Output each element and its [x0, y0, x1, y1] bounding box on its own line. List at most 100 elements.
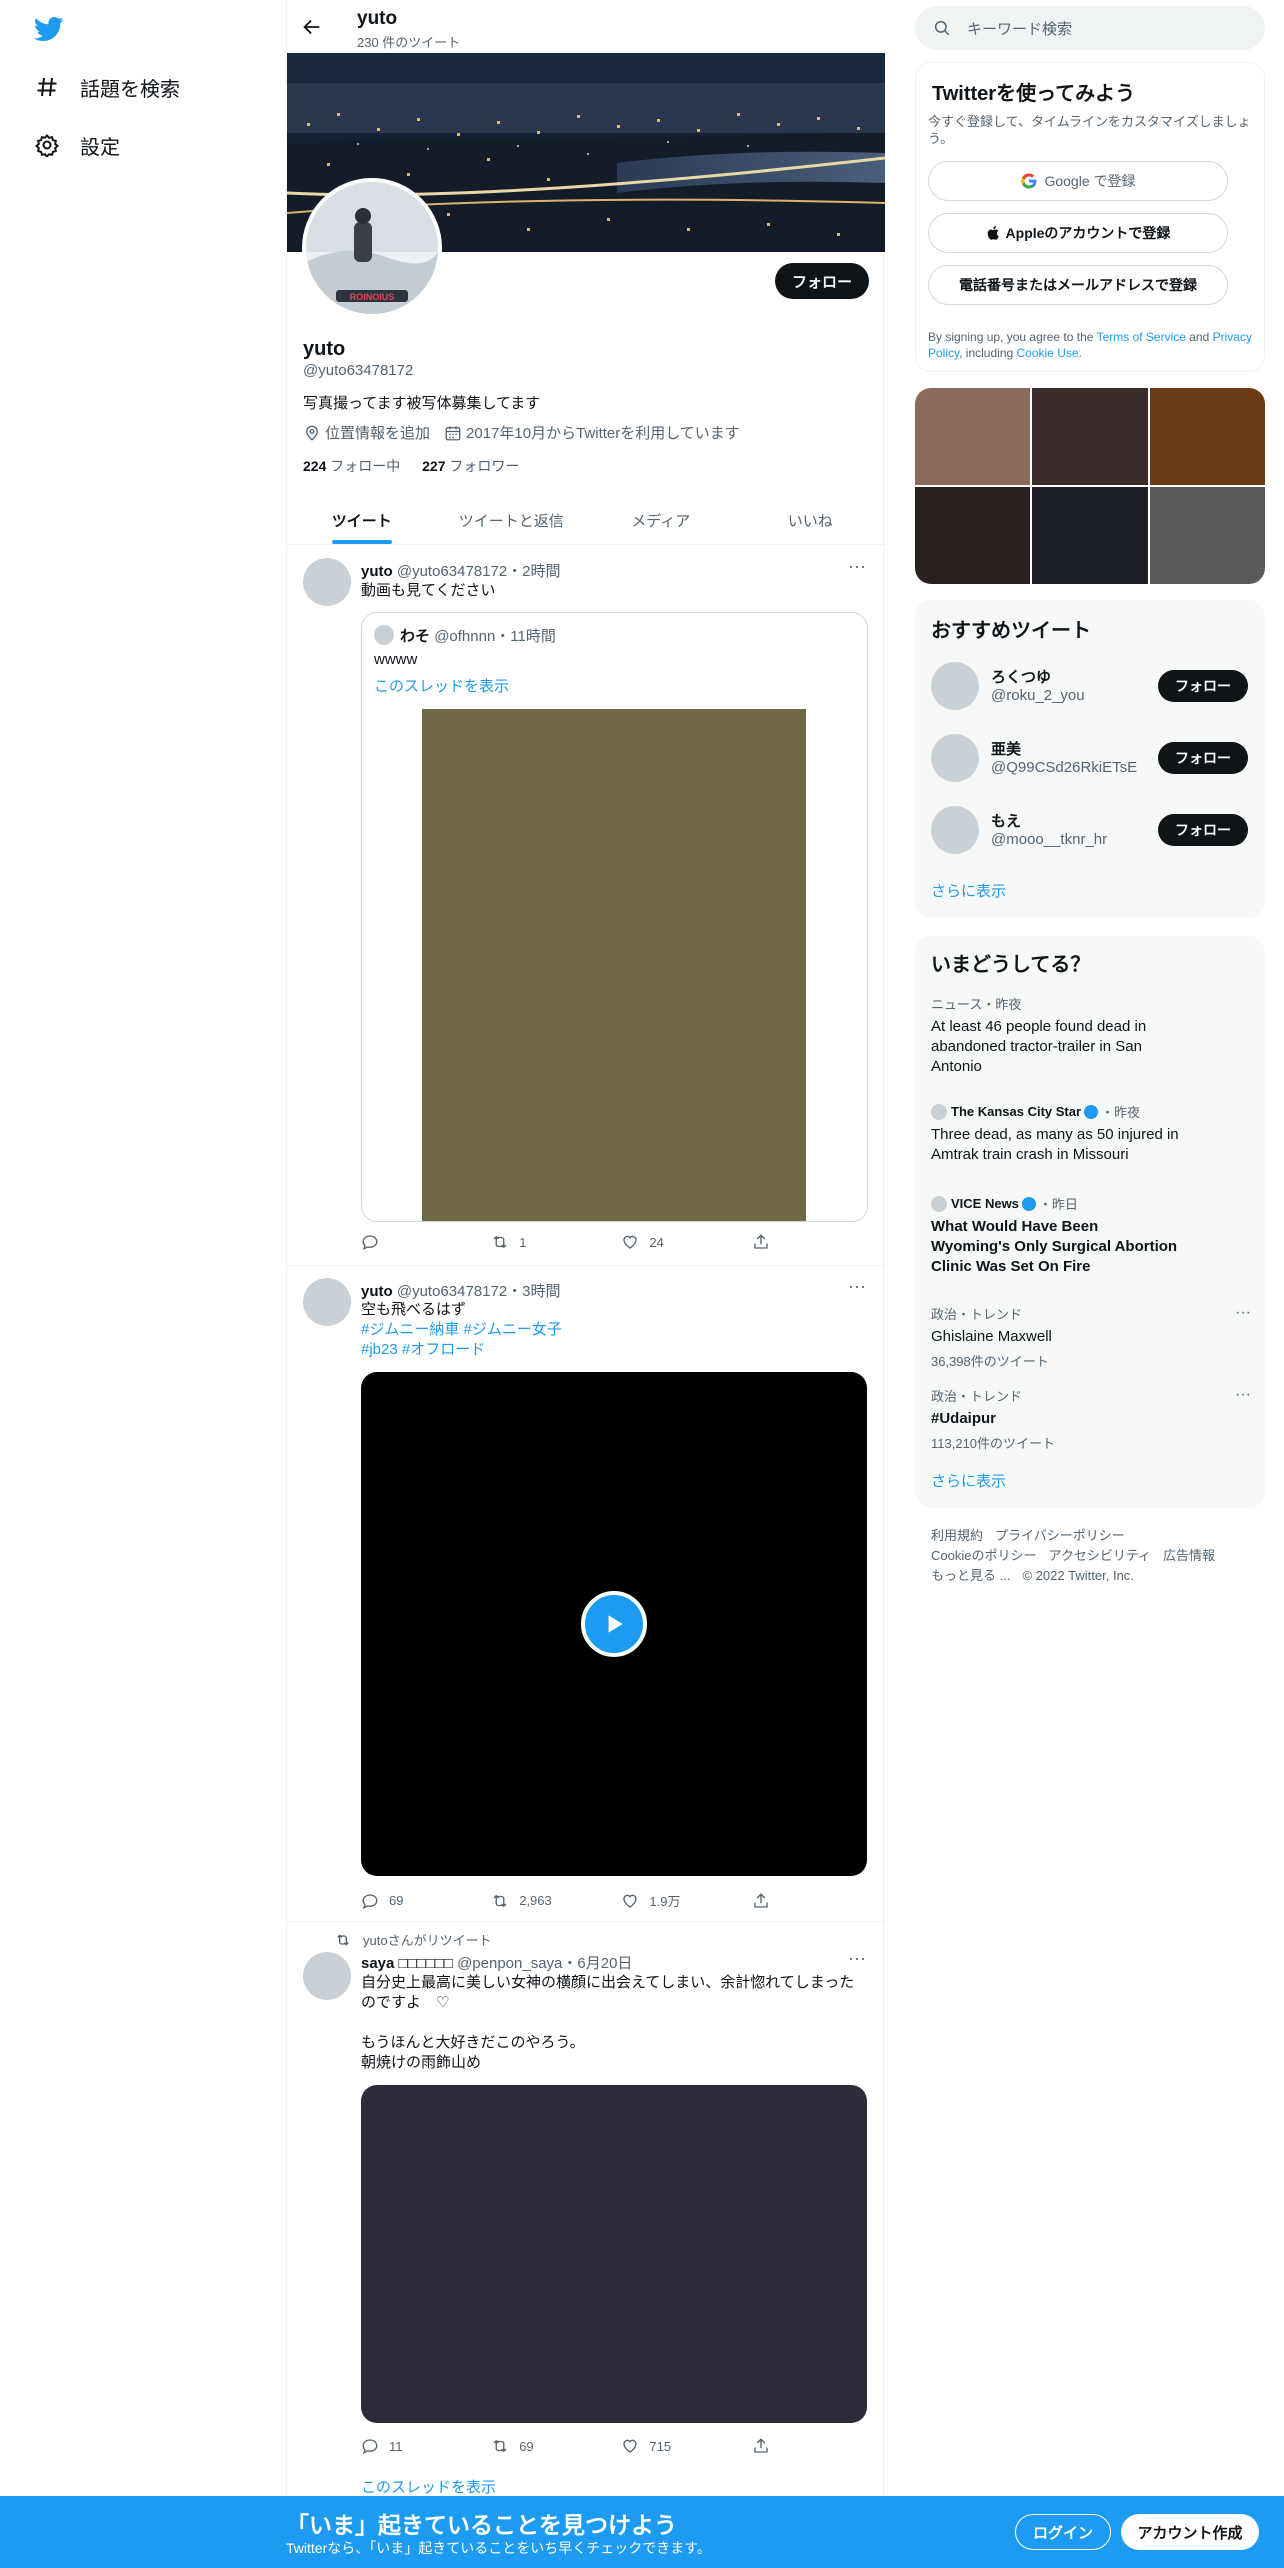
- tweet-author-name[interactable]: yuto: [361, 1283, 393, 1300]
- show-more-link[interactable]: さらに表示: [931, 1470, 1006, 1491]
- search-bar[interactable]: キーワード検索: [915, 6, 1265, 50]
- quoted-tweet[interactable]: わそ @ofhnnn・11時間 wwww このスレッドを表示: [361, 612, 868, 1222]
- show-thread-link[interactable]: このスレッドを表示: [361, 2478, 871, 2498]
- more-options-icon[interactable]: ···: [847, 1277, 867, 1300]
- footer-accessibility[interactable]: アクセシビリティ: [1048, 1548, 1151, 1563]
- tweet-time[interactable]: ・2時間: [507, 563, 560, 580]
- more-options-icon[interactable]: ···: [847, 557, 867, 580]
- footer-more[interactable]: もっと見る ...: [931, 1568, 1010, 1583]
- nav-settings[interactable]: 設定: [34, 125, 120, 165]
- follow-button[interactable]: フォロー: [1158, 670, 1248, 702]
- media-thumbnail[interactable]: [915, 388, 1031, 485]
- terms-link[interactable]: Terms of Service: [1097, 330, 1186, 344]
- back-arrow-icon[interactable]: [301, 16, 323, 38]
- tweet-author-name[interactable]: yuto: [361, 563, 393, 580]
- retweet-button[interactable]: 1: [491, 1233, 621, 1251]
- share-icon: [753, 2438, 768, 2453]
- follow-button[interactable]: フォロー: [775, 263, 869, 299]
- footer-privacy[interactable]: プライバシーポリシー: [995, 1528, 1125, 1543]
- google-signup-button[interactable]: Google で登録: [928, 161, 1228, 201]
- like-button[interactable]: 1.9万: [621, 1891, 751, 1910]
- trend-item[interactable]: 政治・トレンド Ghislaine Maxwell 36,398件のツイート ·…: [931, 1304, 1251, 1370]
- reply-button[interactable]: 69: [361, 1891, 491, 1910]
- quote-media-image[interactable]: [422, 709, 806, 1221]
- user-name: ろくつゆ: [991, 669, 1052, 686]
- tweet-video[interactable]: [361, 1372, 867, 1876]
- tweet-author-handle[interactable]: @yuto63478172: [397, 1283, 507, 1300]
- media-thumbnail[interactable]: [1149, 388, 1265, 485]
- twitter-logo-icon[interactable]: [33, 14, 64, 44]
- like-button[interactable]: 24: [621, 1233, 751, 1251]
- media-thumbnail[interactable]: [1032, 388, 1148, 485]
- tab-tweets-and-replies[interactable]: ツイートと返信: [437, 492, 587, 544]
- more-options-icon[interactable]: ···: [847, 1949, 867, 1972]
- tweet[interactable]: yuto @yuto63478172・2時間 ··· 動画も見てください わそ …: [287, 546, 885, 1266]
- tab-media[interactable]: メディア: [586, 492, 736, 544]
- tweet-avatar[interactable]: [303, 558, 351, 606]
- retweet-button[interactable]: 69: [491, 2437, 621, 2455]
- phone-email-signup-button[interactable]: 電話番号またはメールアドレスで登録: [928, 265, 1228, 305]
- share-button[interactable]: [752, 1233, 791, 1251]
- avatar[interactable]: [931, 734, 979, 782]
- retweet-button[interactable]: 2,963: [491, 1891, 621, 1910]
- login-button[interactable]: ログイン: [1015, 2514, 1111, 2550]
- cookie-link[interactable]: Cookie Use: [1017, 346, 1079, 360]
- footer-ads[interactable]: 広告情報: [1163, 1548, 1215, 1563]
- user-handle: @Q99CSd26RkiETsE: [991, 759, 1138, 776]
- recommended-user[interactable]: もえ @mooo__tknr_hr フォロー: [915, 794, 1265, 866]
- share-button[interactable]: [752, 1891, 791, 1910]
- show-more-link[interactable]: さらに表示: [931, 880, 1006, 901]
- trend-item[interactable]: The Kansas City Star ・昨夜 Three dead, as m…: [931, 1102, 1251, 1165]
- tweet-time[interactable]: ・6月20日: [562, 1955, 632, 1972]
- trend-title: What Would Have Been Wyoming's Only Surg…: [931, 1218, 1178, 1275]
- tweet[interactable]: yutoさんがリツイート saya □□□□□□ @penpon_saya・6月…: [287, 1922, 885, 2496]
- like-button[interactable]: 715: [621, 2437, 751, 2455]
- tweet-hashtags[interactable]: #jb23 #オフロード: [361, 1340, 871, 1360]
- profile-avatar[interactable]: ROINOIUS: [302, 178, 442, 318]
- tweet-hashtags[interactable]: #ジムニー納車 #ジムニー女子: [361, 1320, 871, 1340]
- tweet-avatar[interactable]: [303, 1278, 351, 1326]
- retweeted-by-text[interactable]: yutoさんがリツイート: [363, 1930, 492, 1949]
- footer-terms[interactable]: 利用規約: [931, 1528, 983, 1543]
- media-thumbnail[interactable]: [1032, 487, 1148, 584]
- avatar[interactable]: [931, 662, 979, 710]
- retweet-icon: [493, 2439, 507, 2453]
- tweet-time[interactable]: ・3時間: [507, 1283, 560, 1300]
- search-placeholder: キーワード検索: [967, 20, 1073, 38]
- more-options-icon[interactable]: ···: [1235, 1304, 1251, 1322]
- show-thread-link[interactable]: このスレッドを表示: [374, 675, 509, 696]
- tab-tweets[interactable]: ツイート: [287, 492, 437, 544]
- recommended-user[interactable]: 亜美 @Q99CSd26RkiETsE フォロー: [915, 722, 1265, 794]
- profile-name: yuto: [303, 338, 346, 360]
- trend-item[interactable]: VICE News ・昨日 What Would Have Been Wyomin…: [931, 1194, 1251, 1277]
- trend-item[interactable]: ニュース・昨夜 At least 46 people found dead in…: [931, 994, 1251, 1077]
- tweet-author-handle[interactable]: @yuto63478172: [397, 563, 507, 580]
- apple-signup-button[interactable]: Appleのアカウントで登録: [928, 213, 1228, 253]
- create-account-button[interactable]: アカウント作成: [1121, 2514, 1259, 2550]
- following-link[interactable]: 224 フォロー中: [303, 458, 400, 474]
- tweet-author-handle[interactable]: @penpon_saya: [457, 1955, 562, 1972]
- followers-link[interactable]: 227 フォロワー: [422, 458, 519, 474]
- media-thumbnail[interactable]: [1149, 487, 1265, 584]
- trend-item[interactable]: 政治・トレンド #Udaipur 113,210件のツイート ···: [931, 1386, 1251, 1452]
- footer-cookie[interactable]: Cookieのポリシー: [931, 1548, 1036, 1563]
- reply-button[interactable]: 11: [361, 2437, 491, 2455]
- avatar[interactable]: [931, 806, 979, 854]
- tweet[interactable]: yuto @yuto63478172・3時間 ··· 空も飛べるはず #ジムニー…: [287, 1266, 885, 1922]
- tweet-media-image[interactable]: [361, 2085, 867, 2423]
- tweet-author-name[interactable]: saya □□□□□□: [361, 1955, 453, 1972]
- follow-button[interactable]: フォロー: [1158, 742, 1248, 774]
- tab-likes[interactable]: いいね: [736, 492, 886, 544]
- tweet-header: yuto @yuto63478172・3時間: [361, 1280, 561, 1301]
- media-thumbnail[interactable]: [915, 487, 1031, 584]
- tweet-avatar[interactable]: [303, 1952, 351, 2000]
- share-button[interactable]: [752, 2437, 791, 2455]
- nav-explore[interactable]: 話題を検索: [34, 67, 180, 107]
- quote-text: wwww: [374, 651, 418, 668]
- more-options-icon[interactable]: ···: [1235, 1386, 1251, 1404]
- trend-time: ・昨夜: [1101, 1105, 1141, 1120]
- recommended-user[interactable]: ろくつゆ @roku_2_you フォロー: [915, 650, 1265, 722]
- follow-button[interactable]: フォロー: [1158, 814, 1248, 846]
- reply-button[interactable]: [361, 1233, 491, 1251]
- play-icon[interactable]: [581, 1591, 647, 1657]
